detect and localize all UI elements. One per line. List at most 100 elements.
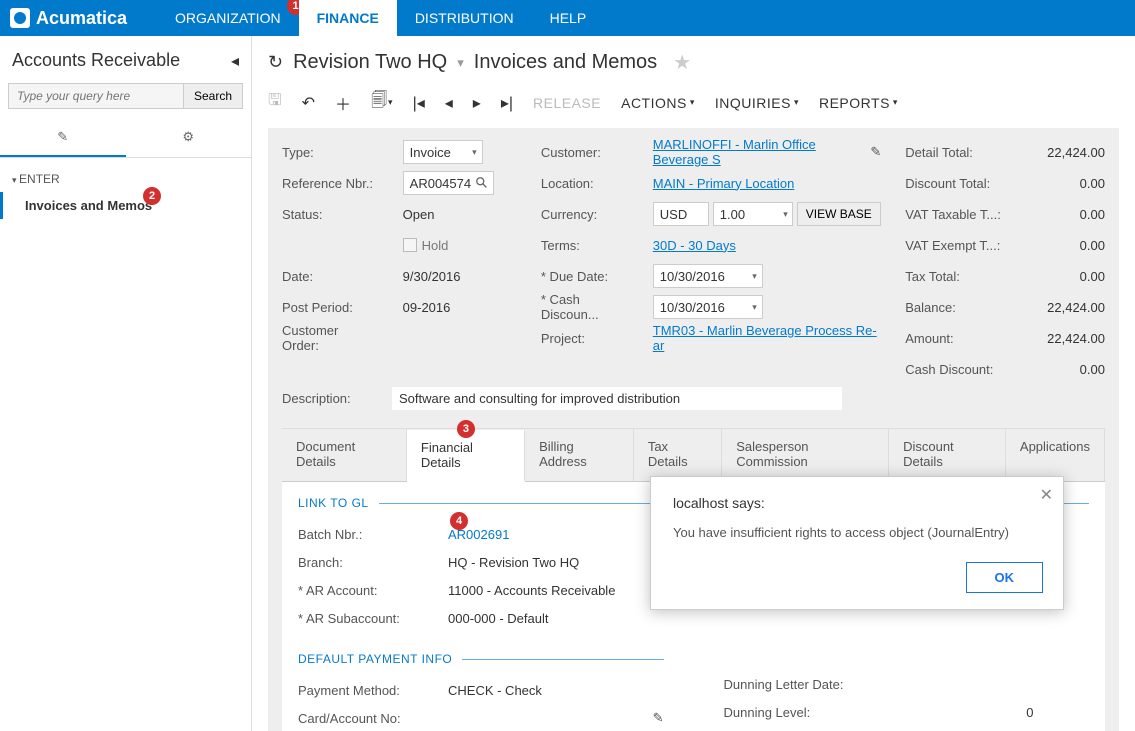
actions-menu[interactable]: ACTIONS▾ — [621, 95, 695, 111]
sidebar-title: Accounts Receivable ◂ — [0, 36, 251, 79]
label-customer: Customer: — [541, 140, 629, 164]
sidebar-link-invoices[interactable]: Invoices and Memos 2 — [0, 192, 251, 219]
vatexempt-value: 0.00 — [1026, 233, 1105, 257]
description-value[interactable]: Software and consulting for improved dis… — [392, 387, 842, 410]
tab-tax-details[interactable]: Tax Details — [634, 429, 722, 481]
label-vattax: VAT Taxable T...: — [905, 202, 1002, 226]
refnbr-value: AR004574 — [410, 176, 471, 191]
nav-finance[interactable]: FINANCE — [299, 0, 397, 36]
inquiries-label: INQUIRIES — [715, 95, 791, 111]
sidebar-section-enter[interactable]: ENTER — [0, 158, 251, 192]
tab-strip: Document Details Financial Details 3 Bil… — [282, 428, 1105, 482]
badge-2: 2 — [143, 187, 161, 205]
sidebar-tab-settings[interactable]: ⚙ — [126, 119, 252, 157]
label-cashdiscount: Cash Discount: — [905, 357, 1002, 381]
location-link[interactable]: MAIN - Primary Location — [653, 176, 795, 191]
label-duedate: * Due Date: — [541, 264, 629, 288]
label-status: Status: — [282, 202, 379, 226]
release-button: RELEASE — [533, 95, 601, 111]
disctotal-value: 0.00 — [1026, 171, 1105, 195]
tab-applications[interactable]: Applications — [1006, 429, 1105, 481]
dialog-close-icon[interactable]: ✕ — [1040, 485, 1053, 505]
cashdisc-select[interactable]: 10/30/2016 — [653, 295, 763, 319]
nav-help[interactable]: HELP — [532, 0, 605, 36]
nav-help-label: HELP — [550, 10, 587, 26]
search-icon — [475, 176, 489, 190]
next-icon[interactable]: ▸ — [473, 93, 481, 113]
inquiries-menu[interactable]: INQUIRIES▾ — [715, 95, 799, 111]
section-link-to-gl: LINK TO GL — [298, 496, 664, 510]
tab-financial-details-label: Financial Details — [421, 440, 473, 470]
tab-document-details[interactable]: Document Details — [282, 429, 407, 481]
badge-3: 3 — [457, 420, 475, 438]
label-vatexempt: VAT Exempt T...: — [905, 233, 1002, 257]
sidebar-search-button[interactable]: Search — [184, 83, 243, 109]
sidebar-search-input[interactable] — [8, 83, 184, 109]
breadcrumb: ↻ Revision Two HQ ▾ Invoices and Memos ★ — [252, 36, 1135, 81]
dialog-body: You have insufficient rights to access o… — [673, 525, 1043, 540]
brand-text: Acumatica — [36, 8, 127, 29]
label-branch: Branch: — [298, 555, 448, 570]
refnbr-lookup[interactable]: AR004574 — [403, 171, 494, 195]
currency-rate-value: 1.00 — [720, 207, 745, 222]
tab-financial-details[interactable]: Financial Details 3 — [407, 430, 525, 482]
sidebar-link-invoices-label: Invoices and Memos — [25, 198, 152, 213]
hold-checkbox[interactable] — [403, 238, 417, 252]
star-icon[interactable]: ★ — [673, 50, 691, 75]
branch-value: HQ - Revision Two HQ — [448, 555, 664, 570]
currency-rate[interactable]: 1.00 — [713, 202, 793, 226]
nav-finance-label: FINANCE — [317, 10, 379, 26]
label-dunning-level: Dunning Level: — [724, 705, 894, 720]
pencil-icon[interactable]: ✎ — [870, 144, 881, 160]
label-disctotal: Discount Total: — [905, 171, 1002, 195]
first-icon[interactable]: |◂ — [413, 93, 425, 113]
last-icon[interactable]: ▸| — [501, 93, 513, 113]
sidebar-tab-edit[interactable]: ✎ — [0, 119, 126, 157]
sidebar: Accounts Receivable ◂ Search ✎ ⚙ ENTER I… — [0, 36, 252, 731]
add-icon[interactable]: ＋ — [335, 91, 351, 115]
label-custorder: Customer Order: — [282, 326, 379, 350]
label-amount: Amount: — [905, 326, 1002, 350]
label-terms: Terms: — [541, 233, 629, 257]
label-date: Date: — [282, 264, 379, 288]
vattax-value: 0.00 — [1026, 202, 1105, 226]
label-refnbr: Reference Nbr.: — [282, 171, 379, 195]
badge-4: 4 — [450, 512, 468, 530]
customer-link[interactable]: MARLINOFFI - Marlin Office Beverage S — [653, 137, 865, 167]
taxtotal-value: 0.00 — [1026, 264, 1105, 288]
nav-distribution[interactable]: DISTRIBUTION — [397, 0, 532, 36]
tab-billing-address[interactable]: Billing Address — [525, 429, 634, 481]
chevron-down-icon[interactable]: ▾ — [457, 55, 464, 71]
type-select[interactable]: Invoice — [403, 140, 483, 164]
sidebar-collapse-icon[interactable]: ◂ — [231, 51, 239, 71]
document-header-form: Type: Reference Nbr.: Status: Date: Post… — [268, 128, 1119, 731]
dialog-ok-button[interactable]: OK — [966, 562, 1044, 593]
breadcrumb-company[interactable]: Revision Two HQ — [293, 51, 447, 74]
label-detailtotal: Detail Total: — [905, 140, 1002, 164]
duedate-select[interactable]: 10/30/2016 — [653, 264, 763, 288]
pencil-icon[interactable]: ✎ — [653, 710, 664, 726]
view-base-button[interactable]: VIEW BASE — [797, 202, 881, 226]
batchnbr-link[interactable]: AR002691 — [448, 527, 664, 542]
refresh-icon[interactable]: ↻ — [268, 52, 283, 73]
status-value: Open — [403, 202, 517, 226]
cashdiscount-value: 0.00 — [1026, 357, 1105, 381]
actions-label: ACTIONS — [621, 95, 687, 111]
prev-icon[interactable]: ◂ — [445, 93, 453, 113]
tab-discount-details[interactable]: Discount Details — [889, 429, 1006, 481]
label-currency: Currency: — [541, 202, 629, 226]
clipboard-icon[interactable]: 🗐▾ — [371, 89, 393, 116]
reports-label: REPORTS — [819, 95, 890, 111]
undo-icon[interactable]: ↶ — [302, 93, 315, 113]
arsubaccount-value: 000-000 - Default — [448, 611, 664, 626]
dunning-level-value: 0 — [894, 705, 1034, 720]
label-taxtotal: Tax Total: — [905, 264, 1002, 288]
reports-menu[interactable]: REPORTS▾ — [819, 95, 898, 111]
breadcrumb-screen[interactable]: Invoices and Memos — [474, 51, 657, 74]
tab-salesperson-commission[interactable]: Salesperson Commission — [722, 429, 889, 481]
caret-down-icon: ▾ — [690, 97, 695, 108]
currency-code[interactable]: USD — [653, 202, 709, 226]
project-link[interactable]: TMR03 - Marlin Beverage Process Re-ar — [653, 323, 881, 353]
nav-organization[interactable]: ORGANIZATION 1 — [157, 0, 299, 36]
terms-link[interactable]: 30D - 30 Days — [653, 238, 736, 253]
